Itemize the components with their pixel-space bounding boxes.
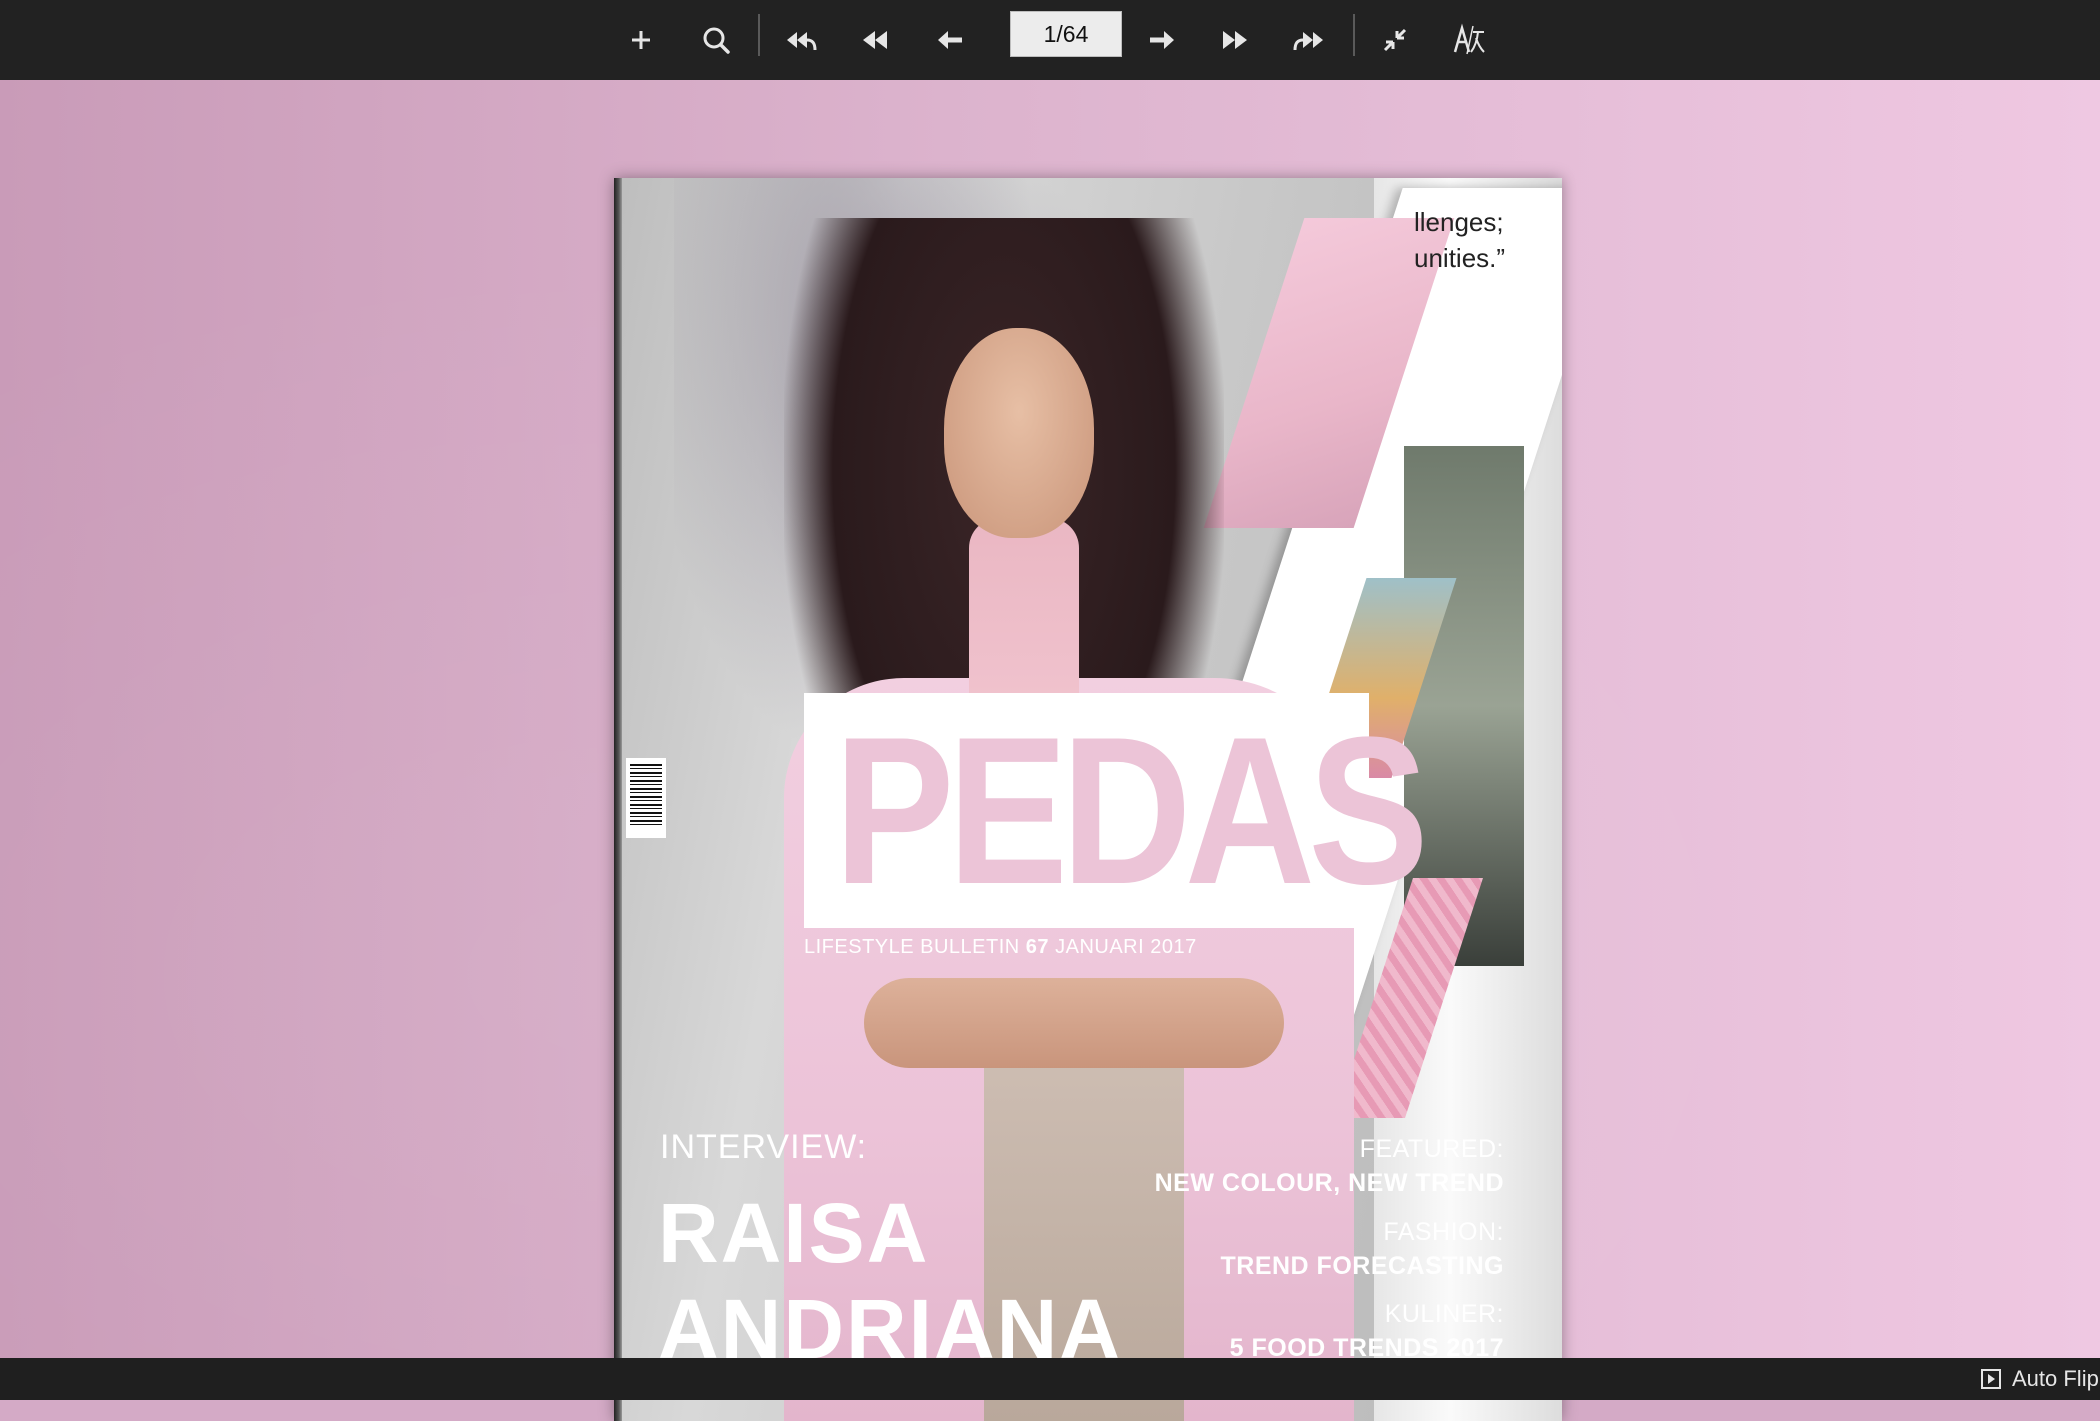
toolbar-divider	[758, 14, 760, 56]
zoom-in-button[interactable]	[613, 12, 669, 68]
barcode	[626, 758, 666, 838]
last-page-icon	[1293, 32, 1323, 51]
previous-page-button[interactable]	[922, 12, 978, 68]
magazine-spine	[614, 178, 622, 1421]
curl-quote-text: llenges; unities.”	[1414, 207, 1506, 273]
next-page-icon	[1150, 31, 1174, 49]
feature-kuliner: KULINER: 5 FOOD TRENDS 2017	[1229, 1300, 1504, 1362]
translate-icon	[1453, 23, 1485, 55]
feature-fashion: FASHION: TREND FORECASTING	[1220, 1218, 1504, 1280]
previous-spread-button[interactable]	[847, 12, 903, 68]
interview-label: INTERVIEW:	[660, 1128, 868, 1166]
translate-button[interactable]	[1441, 12, 1497, 68]
next-page-button[interactable]	[1134, 12, 1190, 68]
masthead-title: PEDAS	[834, 693, 1429, 928]
page-number-input[interactable]: 1/64	[1010, 11, 1122, 57]
previous-spread-icon	[863, 31, 887, 49]
reader-stage: llenges; unities.” PEDAS LIFESTYLE BULLE…	[0, 80, 2100, 1421]
cover-model-face	[944, 328, 1094, 538]
top-toolbar: 1/64	[0, 0, 2100, 80]
cover-name-line-1: RAISA	[658, 1186, 930, 1280]
cover-tagline: LIFESTYLE BULLETIN 67 JANUARI 2017	[804, 936, 1197, 958]
cover-model-neck	[969, 518, 1079, 698]
exit-fullscreen-button[interactable]	[1367, 12, 1423, 68]
previous-page-icon	[938, 31, 962, 49]
zoom-in-icon	[632, 31, 650, 49]
search-icon	[703, 27, 730, 54]
cover-model-arms	[864, 978, 1284, 1068]
play-icon	[1981, 1369, 2001, 1389]
auto-flip-button[interactable]: Auto Flip	[1980, 1365, 2099, 1393]
toolbar-divider	[1353, 14, 1355, 56]
bottom-bar: Auto Flip	[0, 1358, 2100, 1400]
search-button[interactable]	[688, 12, 744, 68]
feature-featured: FEATURED: NEW COLOUR, NEW TREND	[1154, 1135, 1504, 1197]
next-spread-button[interactable]	[1207, 12, 1263, 68]
auto-flip-label: Auto Flip	[2012, 1366, 2099, 1391]
next-spread-icon	[1223, 31, 1247, 49]
magazine-cover-page[interactable]: llenges; unities.” PEDAS LIFESTYLE BULLE…	[614, 178, 1562, 1421]
last-page-button[interactable]	[1281, 12, 1337, 68]
first-page-button[interactable]	[773, 12, 829, 68]
first-page-icon	[787, 32, 817, 51]
masthead-box: PEDAS	[804, 693, 1429, 928]
exit-fullscreen-icon	[1383, 28, 1407, 52]
